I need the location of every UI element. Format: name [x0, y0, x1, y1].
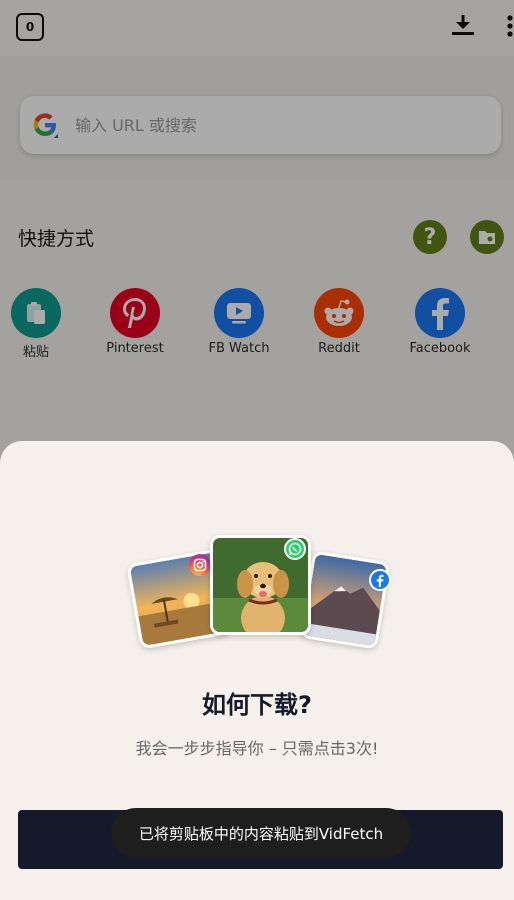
- toast-message: 已将剪贴板中的内容粘贴到VidFetch: [111, 808, 411, 858]
- whatsapp-icon: [284, 538, 306, 560]
- sheet-subtitle: 我会一步步指导你 – 只需点击3次!: [135, 739, 379, 758]
- sheet-title: 如何下载?: [202, 691, 312, 719]
- facebook-badge-icon: [369, 569, 391, 591]
- instagram-icon: [189, 554, 211, 576]
- mountain-photo: [299, 550, 391, 650]
